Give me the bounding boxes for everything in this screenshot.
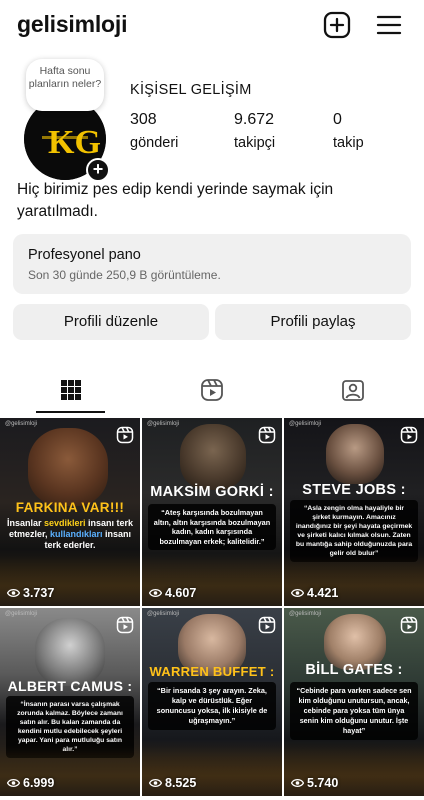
post-thumbnail[interactable]: @gelisimloji STEVE JOBS : “Asla zengin o… — [284, 418, 424, 606]
reel-icon — [258, 426, 276, 444]
view-count: 5.740 — [291, 776, 338, 790]
stat-label: takipçi — [234, 135, 276, 151]
tagged-icon — [341, 380, 364, 401]
eye-icon — [291, 778, 304, 788]
post-quote: “Cebinde para varken sadece sen kim oldu… — [290, 682, 418, 740]
post-grid: @gelisimloji FARKINA VAR!!! İnsanlar sev… — [0, 418, 424, 800]
grid-icon — [60, 380, 81, 400]
tab-reels[interactable] — [141, 366, 282, 414]
watermark: @gelisimloji — [289, 421, 322, 427]
reels-icon — [200, 379, 223, 401]
menu-icon[interactable] — [374, 10, 404, 40]
reel-icon — [116, 426, 134, 444]
post-quote: “Asla zengin olma hayaliyle bir şirket k… — [290, 500, 418, 562]
active-tab-indicator — [36, 411, 105, 413]
post-title: BİLL GATES : — [305, 662, 403, 678]
watermark: @gelisimloji — [147, 421, 180, 427]
stat-value: 308 — [130, 111, 157, 128]
add-post-icon[interactable] — [322, 10, 352, 40]
reel-icon — [400, 616, 418, 634]
reel-icon — [400, 426, 418, 444]
stat-value: 9.672 — [234, 111, 275, 128]
post-quote: “Bir insanda 3 şey arayın. Zeka, kalp ve… — [148, 682, 276, 730]
profile-bio: Hiç birimiz pes edip kendi yerinde sayma… — [17, 181, 334, 220]
post-title: ALBERT CAMUS : — [7, 678, 133, 694]
post-thumbnail[interactable]: @gelisimloji ALBERT CAMUS : “İnsanın par… — [0, 608, 140, 796]
eye-icon — [149, 588, 162, 598]
post-thumbnail[interactable]: @gelisimloji WARREN BUFFET : “Bir insand… — [142, 608, 282, 796]
profile-tabs — [0, 366, 424, 414]
view-count: 6.999 — [7, 776, 54, 790]
watermark: @gelisimloji — [147, 611, 180, 617]
post-thumbnail[interactable]: @gelisimloji MAKSİM GORKİ : “Ateş karşıs… — [142, 418, 282, 606]
post-title: STEVE JOBS : — [302, 482, 406, 498]
share-profile-button[interactable]: Profili paylaş — [215, 304, 411, 340]
post-quote: “Ateş karşısında bozulmayan altın, altın… — [148, 504, 276, 550]
eye-icon — [7, 588, 20, 598]
dashboard-subtitle: Son 30 günde 250,9 B görüntüleme. — [28, 268, 221, 282]
reel-icon — [116, 616, 134, 634]
view-count: 8.525 — [149, 776, 196, 790]
post-thumbnail[interactable]: @gelisimloji FARKINA VAR!!! İnsanlar sev… — [0, 418, 140, 606]
tab-tagged[interactable] — [282, 366, 423, 414]
profile-name: KİŞİSEL GELİŞİM — [130, 82, 252, 98]
stat-following[interactable]: 0 takip — [333, 111, 364, 151]
stat-value: 0 — [333, 111, 342, 128]
watermark: @gelisimloji — [5, 421, 38, 427]
edit-profile-button[interactable]: Profili düzenle — [13, 304, 209, 340]
view-count: 4.607 — [149, 586, 196, 600]
post-title: MAKSİM GORKİ : — [150, 484, 274, 500]
post-quote: İnsanlar sevdikleri insanı terk etmezler… — [6, 518, 134, 550]
stat-label: takip — [333, 135, 364, 151]
tab-posts[interactable] — [0, 366, 141, 414]
eye-icon — [7, 778, 20, 788]
view-count: 3.737 — [7, 586, 54, 600]
watermark: @gelisimloji — [5, 611, 38, 617]
stat-posts[interactable]: 308 gönderi — [130, 111, 178, 151]
watermark: @gelisimloji — [289, 611, 322, 617]
post-title: WARREN BUFFET : — [149, 664, 275, 679]
post-thumbnail[interactable]: @gelisimloji BİLL GATES : “Cebinde para … — [284, 608, 424, 796]
reel-icon — [258, 616, 276, 634]
eye-icon — [149, 778, 162, 788]
dashboard-title: Profesyonel pano — [28, 247, 141, 263]
profile-username[interactable]: gelisimloji — [17, 11, 127, 38]
eye-icon — [291, 588, 304, 598]
stat-label: gönderi — [130, 135, 179, 151]
avatar-logo: KG — [48, 124, 101, 161]
top-bar: gelisimloji — [0, 0, 424, 52]
note-bubble[interactable]: Hafta sonu planların neler? — [26, 59, 104, 111]
professional-dashboard[interactable]: Profesyonel pano Son 30 günde 250,9 B gö… — [13, 234, 411, 294]
stat-followers[interactable]: 9.672 takipçi — [234, 111, 275, 151]
view-count: 4.421 — [291, 586, 338, 600]
post-title: FARKINA VAR!!! — [15, 500, 125, 515]
